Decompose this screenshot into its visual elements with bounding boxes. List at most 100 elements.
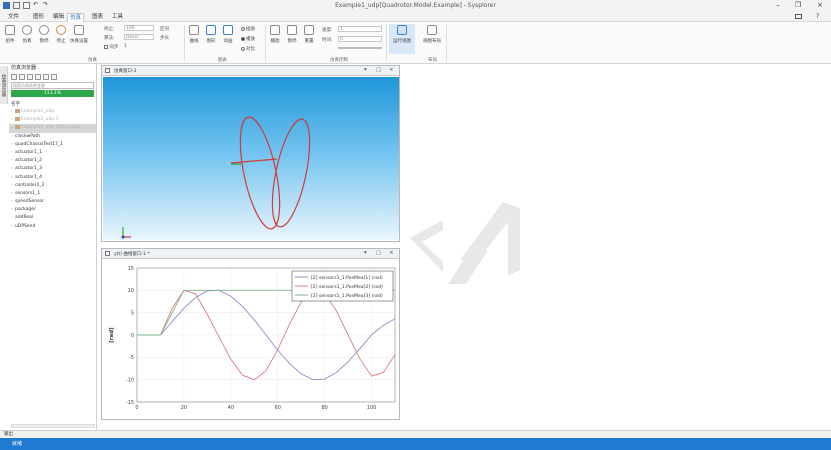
close-button[interactable]: × bbox=[813, 1, 827, 9]
tree-item[interactable]: › actuator1_3 bbox=[9, 165, 96, 173]
sim-settings-button[interactable]: 仿真设置 bbox=[70, 25, 88, 44]
pane-menu-button[interactable]: ▾ bbox=[364, 67, 367, 73]
play-icon bbox=[22, 25, 32, 35]
y-axis-label: [rad] bbox=[109, 327, 115, 343]
tree-item-label: actuator1_2 bbox=[15, 158, 42, 164]
search-input[interactable]: 搜索仿真结果变量 bbox=[11, 82, 94, 89]
minimize-button[interactable]: – bbox=[771, 1, 785, 9]
animation-button[interactable]: 动画 bbox=[221, 25, 235, 44]
time-slider[interactable] bbox=[338, 47, 382, 49]
menu-tools[interactable]: 工具 bbox=[110, 13, 125, 22]
time-field[interactable]: 0 bbox=[338, 36, 382, 42]
open-result-icon[interactable] bbox=[11, 73, 17, 80]
radio-dot-icon bbox=[241, 36, 245, 41]
3d-scene bbox=[121, 116, 311, 239]
animation-window-title: 仿真窗口-3 bbox=[114, 69, 137, 74]
menu-chart[interactable]: 图表 bbox=[90, 13, 105, 22]
graph-button[interactable]: 图形 bbox=[204, 25, 218, 44]
speed-field[interactable]: 1 bbox=[338, 26, 382, 32]
help-icon[interactable]: ? bbox=[816, 13, 819, 20]
algorithm-select[interactable]: Dassl bbox=[124, 34, 154, 40]
animation-window: 仿真窗口-3 ▾ ▢ × bbox=[101, 65, 400, 242]
radio-interpolate[interactable]: 插值 bbox=[241, 26, 255, 32]
line-chart: 0 20 40 60 80 100 -15 -10 -5 0 5 10 15 [rad] [2] senso… bbox=[109, 266, 396, 411]
tree-item-label: actuator1_4 bbox=[15, 174, 42, 180]
tree-item[interactable]: › actuator1_2 bbox=[9, 157, 96, 165]
menu-simulation[interactable]: 仿真 bbox=[67, 13, 85, 22]
filter-icon[interactable] bbox=[35, 73, 41, 80]
tree-item[interactable]: › Example1_udp bbox=[9, 108, 96, 116]
plan-value: 1 bbox=[124, 44, 127, 49]
tree-item[interactable]: › actuator1_4 bbox=[9, 174, 96, 182]
tree-item[interactable]: › addReal bbox=[9, 214, 96, 222]
ctrl-reset-button[interactable]: 重置 bbox=[302, 25, 316, 44]
ctrl-play-button[interactable]: 播放 bbox=[268, 25, 282, 44]
window-title: Example1_udp[Quadrotor.Model.Example] - … bbox=[335, 2, 496, 9]
y-tick-label: -5 bbox=[129, 355, 134, 361]
tree-item[interactable]: › Example1_udp 1 bbox=[9, 116, 96, 124]
radio-play[interactable]: 播放 bbox=[241, 36, 255, 42]
horizontal-scrollbar[interactable] bbox=[11, 424, 95, 428]
component-button[interactable]: 组件 bbox=[3, 25, 17, 44]
tree-item[interactable]: ⌄ Example1_udp 2(Running) bbox=[9, 124, 96, 133]
save-result-icon[interactable] bbox=[19, 73, 25, 80]
run-view-button[interactable]: 运行视图 bbox=[389, 24, 415, 54]
menu-graphics[interactable]: 图形 bbox=[31, 13, 46, 22]
view-layout-button[interactable]: 视图布局 bbox=[422, 25, 442, 44]
tree-item[interactable]: › packager bbox=[9, 206, 96, 214]
pause-button[interactable]: 暂停 bbox=[37, 25, 51, 44]
radio-compare[interactable]: 对比 bbox=[241, 46, 255, 52]
output-panel-tab[interactable]: 输出 bbox=[0, 430, 831, 438]
legend-label: [2] sensors1_1.PosMea[1] (rad) bbox=[311, 275, 383, 281]
step-field[interactable]: 步长 bbox=[160, 35, 169, 41]
stop-time-field[interactable]: 100 bbox=[124, 25, 154, 31]
pane-maximize-button[interactable]: ▢ bbox=[376, 67, 381, 73]
sidebar-tab-sim-browser[interactable]: 仿真浏览器 bbox=[0, 66, 8, 104]
stop-button[interactable]: 停止 bbox=[54, 25, 68, 44]
tree-item[interactable]: › speedSensor bbox=[9, 198, 96, 206]
tree-item[interactable]: › clockwPath bbox=[9, 133, 96, 141]
curve-button[interactable]: 曲线 bbox=[187, 25, 201, 44]
tree-item[interactable]: › uDPSend bbox=[9, 223, 96, 231]
ribbon-options-icon[interactable] bbox=[795, 14, 802, 19]
refresh-icon[interactable] bbox=[27, 73, 33, 80]
ctrl-pause-button[interactable]: 暂停 bbox=[285, 25, 299, 44]
app-logo-watermark bbox=[410, 202, 520, 284]
layout-icon bbox=[427, 25, 437, 35]
browser-toolbar bbox=[9, 72, 96, 81]
y-tick-label: 5 bbox=[131, 310, 134, 316]
tree-item[interactable]: › sensors1_1 bbox=[9, 190, 96, 198]
pane-maximize-button[interactable]: ▢ bbox=[376, 250, 381, 256]
plot-area[interactable]: 0 20 40 60 80 100 -15 -10 -5 0 5 10 15 [rad] [2] senso… bbox=[103, 260, 399, 418]
sort-icon[interactable] bbox=[43, 73, 49, 80]
y-tick-label: 15 bbox=[128, 266, 134, 272]
title-bar: ↶ ↷ Example1_udp[Quadrotor.Model.Example… bbox=[0, 0, 831, 12]
menu-file[interactable]: 文件 bbox=[6, 13, 21, 22]
tree-item[interactable]: › actuator1_1 bbox=[9, 149, 96, 157]
progress-bar: 113.1% bbox=[11, 90, 94, 97]
tree-item[interactable]: › controller2_2 bbox=[9, 182, 96, 190]
pane-close-button[interactable]: × bbox=[389, 250, 394, 256]
pane-close-button[interactable]: × bbox=[389, 67, 394, 73]
trajectory-loop bbox=[239, 116, 281, 230]
expand-icon[interactable] bbox=[51, 73, 57, 80]
tree-item-label: uDPSend bbox=[15, 223, 36, 229]
tree-item-label: sensors1_1 bbox=[15, 190, 41, 196]
simulate-button[interactable]: 仿真 bbox=[20, 25, 34, 44]
radio-dot-icon bbox=[241, 26, 245, 31]
algorithm-label: 算法: bbox=[104, 36, 115, 41]
x-tick-label: 100 bbox=[367, 405, 377, 411]
plot-window: y(t) 曲线窗口-1 * ▾ ▢ × 0 20 40 60 80 100 -15 -10 -5… bbox=[101, 248, 400, 420]
maximize-button[interactable]: ❐ bbox=[791, 1, 805, 9]
pane-menu-button[interactable]: ▾ bbox=[364, 250, 367, 256]
grid-icon bbox=[5, 25, 15, 35]
interval-field[interactable]: 区间 bbox=[160, 26, 169, 32]
x-tick-label: 60 bbox=[275, 405, 281, 411]
tree-item[interactable]: › quadChassisTest17_1 bbox=[9, 141, 96, 149]
plot-window-header: y(t) 曲线窗口-1 * ▾ ▢ × bbox=[102, 249, 399, 259]
result-tree: › Example1_udp › Example1_udp 1 ⌄ Example1_ud… bbox=[9, 108, 96, 231]
3d-viewport[interactable] bbox=[103, 77, 399, 240]
window-icon bbox=[105, 68, 110, 73]
menu-edit[interactable]: 编辑 bbox=[51, 13, 66, 22]
sync-checkbox[interactable]: 同步 bbox=[104, 44, 118, 50]
